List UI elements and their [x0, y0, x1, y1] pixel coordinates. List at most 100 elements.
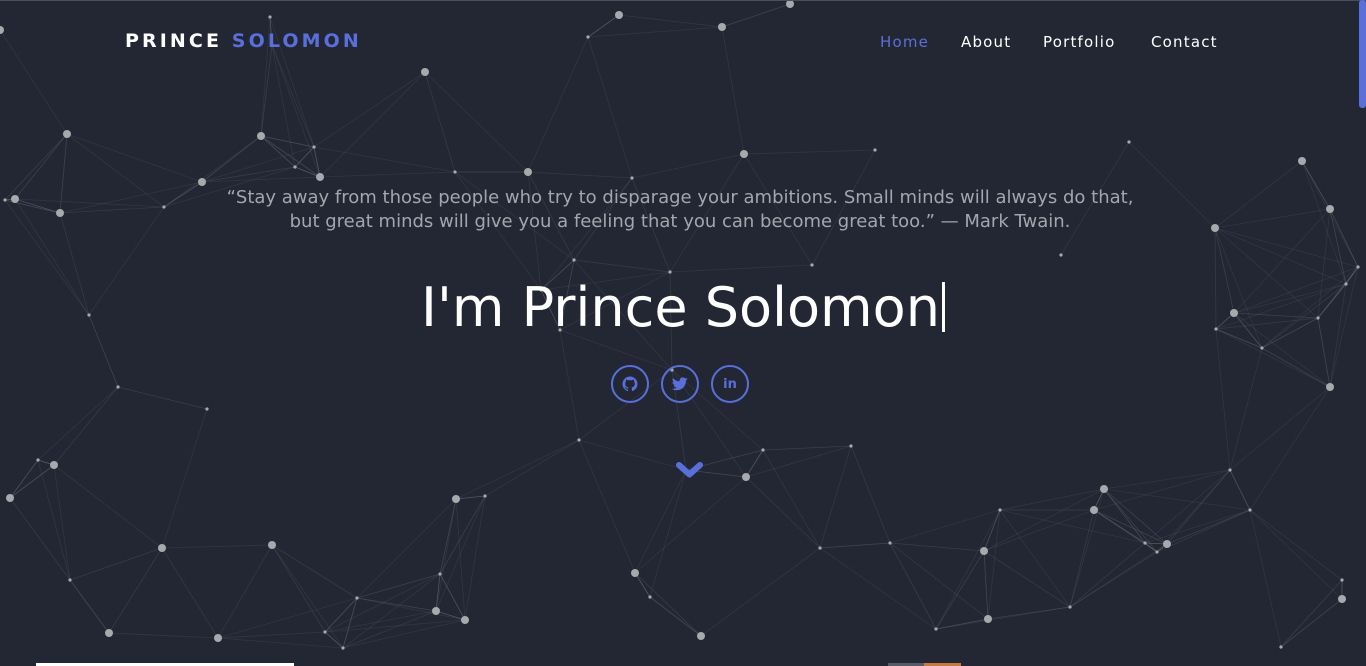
network-link [1144, 509, 1251, 544]
network-link [271, 544, 358, 599]
network-node [63, 130, 71, 138]
network-link [721, 3, 791, 28]
github-link[interactable] [611, 365, 649, 403]
network-node [268, 541, 276, 549]
hero-title-text: I'm Prince Solomon [421, 276, 940, 339]
network-link [69, 579, 110, 634]
network-link [201, 135, 262, 183]
network-node [214, 634, 222, 642]
network-link [634, 572, 702, 637]
network-link [161, 408, 208, 549]
network-link [1103, 488, 1158, 553]
network-node [1155, 550, 1159, 554]
network-link [108, 632, 219, 639]
network-node [980, 547, 988, 555]
network-node [1143, 541, 1147, 545]
network-link [117, 386, 208, 410]
network-link [9, 464, 55, 499]
nav-portfolio[interactable]: Portfolio [1043, 33, 1151, 51]
network-node [849, 444, 853, 448]
network-link [745, 476, 821, 549]
network-node [615, 11, 623, 19]
page-scrollbar[interactable] [1358, 0, 1366, 666]
network-link [271, 544, 344, 649]
network-node [355, 596, 359, 600]
hero-section: PRINCE SOLOMON Home About Portfolio Cont… [0, 0, 1366, 666]
network-node [1090, 506, 1098, 514]
network-link [66, 133, 203, 183]
network-node [1326, 383, 1334, 391]
network-node [810, 263, 814, 267]
network-link [983, 550, 989, 620]
network-link [9, 459, 39, 499]
network-link [9, 497, 71, 581]
network-node [68, 578, 72, 582]
hero-quote: “Stay away from those people who try to … [226, 187, 1134, 232]
network-link [631, 153, 745, 179]
network-link [743, 149, 876, 155]
network-link [634, 469, 687, 574]
network-node [718, 23, 726, 31]
network-node [0, 26, 4, 34]
network-node [786, 0, 794, 8]
network-link [464, 495, 486, 621]
network-node [1338, 595, 1346, 603]
network-link [587, 36, 633, 179]
network-link [1215, 328, 1231, 471]
network-node [452, 495, 460, 503]
main-nav: Home About Portfolio Contact [880, 33, 1218, 51]
network-node [158, 544, 166, 552]
network-node [421, 68, 429, 76]
network-node [1326, 205, 1334, 213]
network-node [268, 15, 272, 19]
network-node [198, 178, 206, 186]
network-link [1156, 509, 1251, 553]
network-link [573, 259, 671, 273]
network-link [634, 476, 747, 574]
top-border [0, 0, 1366, 1]
network-link [983, 509, 1095, 552]
network-node [1298, 157, 1306, 165]
scrollbar-thumb[interactable] [1359, 0, 1366, 108]
network-link [356, 597, 437, 612]
nav-home[interactable]: Home [880, 33, 961, 51]
hero-title: I'm Prince Solomon [0, 276, 1366, 340]
nav-about[interactable]: About [961, 33, 1043, 51]
network-link [889, 509, 1001, 544]
network-node [312, 145, 316, 149]
site-logo[interactable]: PRINCE SOLOMON [125, 30, 362, 52]
network-node [577, 438, 581, 442]
network-link [1069, 509, 1095, 608]
network-node [257, 132, 265, 140]
network-link [1069, 543, 1168, 608]
linkedin-link[interactable]: in [711, 365, 749, 403]
logo-first-name: PRINCE [125, 30, 223, 52]
network-link [1093, 509, 1158, 553]
network-node [668, 270, 672, 274]
chevron-down-icon[interactable] [676, 460, 703, 480]
network-node [50, 461, 58, 469]
network-link [935, 509, 1001, 630]
network-link [935, 550, 985, 630]
network-link [271, 44, 315, 148]
network-link [66, 133, 165, 208]
network-link [618, 14, 723, 28]
network-node [572, 258, 576, 262]
network-link [161, 544, 273, 549]
network-link [271, 44, 321, 178]
nav-contact[interactable]: Contact [1151, 33, 1218, 51]
network-node [1211, 224, 1219, 232]
network-node [461, 616, 469, 624]
twitter-link[interactable] [661, 365, 699, 403]
network-node [1068, 605, 1072, 609]
network-link [1229, 469, 1251, 511]
network-link [217, 631, 326, 639]
network-node [116, 385, 120, 389]
network-node [1340, 578, 1344, 582]
network-link [455, 495, 486, 500]
network-node [740, 150, 748, 158]
network-node [6, 494, 14, 502]
network-node [524, 168, 532, 176]
network-node [873, 148, 877, 152]
network-link [983, 550, 1071, 608]
